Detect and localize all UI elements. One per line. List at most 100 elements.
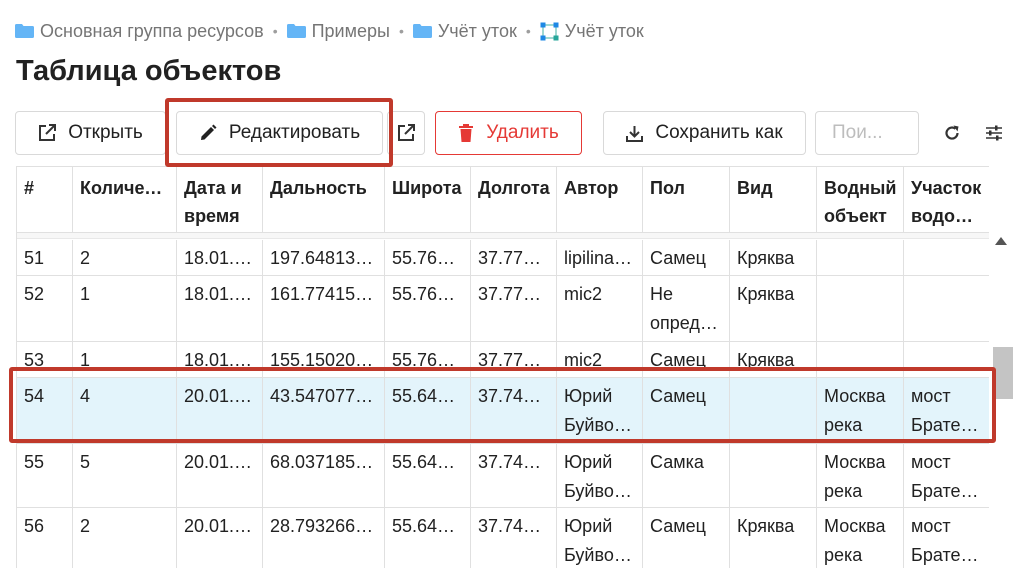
delete-button-label: Удалить — [486, 122, 559, 143]
delete-button[interactable]: Удалить — [435, 111, 582, 155]
cell-species: Кряква — [730, 508, 817, 568]
cell-text: 37.745… — [478, 386, 550, 406]
header-divider — [17, 233, 989, 239]
vertical-scrollbar[interactable] — [991, 232, 1013, 568]
cell-sex: Самка — [643, 444, 730, 507]
cell-text: 52 — [24, 284, 45, 304]
cell-sex: Самец — [643, 378, 730, 443]
cell-water-area: мост Братее… — [904, 444, 989, 507]
cell-text: 55.764… — [392, 248, 464, 268]
cell-text: Братее… — [911, 415, 983, 435]
open-button[interactable]: Открыть — [15, 111, 166, 155]
column-header-sex[interactable]: Пол — [643, 167, 730, 233]
column-settings-icon[interactable] — [982, 121, 1006, 145]
cell-text: 55.640… — [392, 516, 464, 536]
cell-id: 53 — [17, 342, 73, 377]
cell-id: 55 — [17, 444, 73, 507]
search-input[interactable] — [815, 111, 919, 155]
save-as-button[interactable]: Сохранить как — [603, 111, 806, 155]
cell-text: 55.640… — [392, 386, 464, 406]
download-icon — [626, 125, 644, 142]
column-header-species[interactable]: Вид — [730, 167, 817, 233]
cell-text: Самец — [650, 350, 706, 370]
cell-text: 55 — [24, 452, 45, 472]
scrollbar-thumb[interactable] — [993, 347, 1013, 399]
cell-text: 37.776… — [478, 248, 550, 268]
cell-distance: 155.15020… — [263, 342, 385, 377]
column-header-distance[interactable]: Дальность — [263, 167, 385, 233]
cell-text: 20.01.… — [184, 516, 253, 536]
column-header-water-area[interactable]: Участок водоё… — [904, 167, 989, 233]
cell-author: lipilina.… — [557, 240, 643, 275]
cell-text: 18.01.… — [184, 248, 253, 268]
column-header-id[interactable]: # — [17, 167, 73, 233]
cell-text: мост — [911, 386, 951, 406]
table-row[interactable]: 55 5 20.01.… 68.037185… 55.640… 37.745… Юрий Бу… — [17, 444, 989, 508]
cell-sex: Самец — [643, 508, 730, 568]
breadcrumb-label: Учёт уток — [564, 20, 644, 41]
cell-text: 51 — [24, 248, 45, 268]
cell-water-area — [904, 240, 989, 275]
cell-text: мост — [911, 452, 951, 472]
cell-water-body: Москва река — [817, 378, 904, 443]
cell-text: река — [824, 415, 863, 435]
cell-text: Юрий — [564, 452, 613, 472]
cell-count: 5 — [73, 444, 177, 507]
table-row[interactable]: 53 1 18.01.… 155.15020… 55.763… 37.776… mic2 Са… — [17, 342, 989, 378]
table-row[interactable]: 56 2 20.01.… 28.793266… 55.640… 37.742… Юрий Бу… — [17, 508, 989, 568]
cell-text: 37.745… — [478, 452, 550, 472]
cell-text: 20.01.… — [184, 386, 253, 406]
cell-species: Кряква — [730, 342, 817, 377]
table-row[interactable]: 51 2 18.01.… 197.64813… 55.764… 37.776… lipili… — [17, 240, 989, 276]
cell-count: 2 — [73, 508, 177, 568]
edit-button[interactable]: Редактировать — [176, 111, 383, 155]
column-header-datetime[interactable]: Дата и время — [177, 167, 263, 233]
cell-text: Кряква — [737, 350, 795, 370]
cell-text: 2 — [80, 516, 91, 536]
cell-datetime: 20.01.… — [177, 508, 263, 568]
scroll-up-arrow-icon[interactable] — [995, 237, 1007, 245]
column-header-count[interactable]: Количес… — [73, 167, 177, 233]
breadcrumb-item-duck-count-folder[interactable]: Учёт уток — [412, 21, 517, 42]
column-header-longitude[interactable]: Долгота — [471, 167, 557, 233]
breadcrumb-item-duck-count-layer[interactable]: Учёт уток — [540, 21, 644, 42]
cell-text: Братее… — [911, 481, 983, 501]
cell-latitude: 55.640… — [385, 508, 471, 568]
cell-text: 28.793266… — [270, 516, 374, 536]
cell-text: Братее… — [911, 545, 983, 565]
cell-text: река — [824, 545, 863, 565]
column-header-author[interactable]: Автор — [557, 167, 643, 233]
cell-text: 37.742… — [478, 516, 550, 536]
cell-text: lipilina.… — [564, 248, 636, 268]
cell-author: Юрий Буйво… — [557, 378, 643, 443]
cell-count: 1 — [73, 342, 177, 377]
cell-text: Буйво… — [564, 481, 632, 501]
cell-author: Юрий Буйво… — [557, 508, 643, 568]
cell-latitude: 55.640… — [385, 444, 471, 507]
cell-sex: Самец — [643, 240, 730, 275]
cell-text: Самец — [650, 386, 706, 406]
refresh-icon[interactable] — [940, 121, 964, 145]
edit-in-new-window-button[interactable] — [387, 111, 425, 155]
cell-longitude: 37.745… — [471, 444, 557, 507]
table-row[interactable]: 52 1 18.01.… 161.77415… 55.763… 37.776… mic2 Не… — [17, 276, 989, 342]
cell-water-body: Москва река — [817, 508, 904, 568]
cell-water-body: Москва река — [817, 444, 904, 507]
folder-icon — [15, 24, 34, 38]
cell-text: 197.64813… — [270, 248, 374, 268]
cell-count: 4 — [73, 378, 177, 443]
column-header-water-body[interactable]: Водный объект — [817, 167, 904, 233]
cell-text: Не — [650, 284, 674, 304]
cell-text: 155.15020… — [270, 350, 374, 370]
breadcrumb-label: Примеры — [311, 20, 390, 41]
column-header-latitude[interactable]: Широта — [385, 167, 471, 233]
cell-latitude: 55.764… — [385, 240, 471, 275]
cell-text: 37.776… — [478, 284, 550, 304]
cell-datetime: 20.01.… — [177, 378, 263, 443]
cell-sex: Самец — [643, 342, 730, 377]
cell-text: Самка — [650, 452, 704, 472]
table-row-selected[interactable]: 54 4 20.01.… 43.547077… 55.640… 37.745… Юрий Бу… — [17, 378, 989, 444]
breadcrumb-item-resource-group[interactable]: Основная группа ресурсов — [15, 21, 264, 42]
breadcrumb-item-examples[interactable]: Примеры — [286, 20, 390, 42]
breadcrumb-separator: • — [398, 23, 404, 39]
